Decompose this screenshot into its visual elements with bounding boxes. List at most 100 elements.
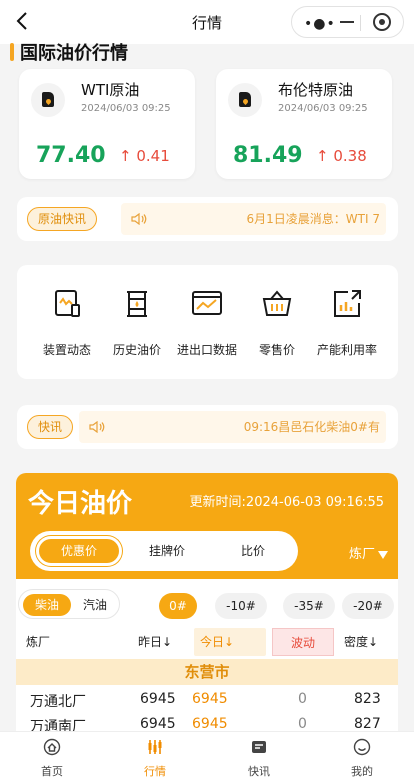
basket-icon [262, 290, 292, 316]
news-tag: 快讯 [27, 415, 74, 439]
card-price: 77.40 [36, 143, 106, 168]
today-header: 今日油价 更新时间:2024-06-03 09:16:55 优惠价 挂牌价 比价… [16, 473, 398, 579]
table-header: 炼厂 昨日↓ 今日↓ 波动 密度↓ [16, 628, 398, 656]
header-density[interactable]: 密度↓ [338, 628, 396, 656]
refinery-filter[interactable]: 炼厂 [349, 543, 388, 562]
card-change-value: 0.38 [333, 147, 367, 165]
bottom-tabbar: 首页 行情 快讯 我的 [0, 731, 414, 780]
tab-listed-price[interactable]: 挂牌价 [124, 536, 210, 566]
crude-news-bar[interactable]: 原油快讯 6月1日凌晨消息：WTI 7 [17, 197, 398, 241]
news-ticker[interactable]: 6月1日凌晨消息：WTI 7 [121, 203, 386, 235]
arrow-up-icon: ↑ [316, 147, 329, 165]
feature-grid: 装置动态 历史油价 进出口数据 零售价 产能利用率 [17, 265, 398, 379]
city-group-header: 东营市 [16, 659, 398, 685]
news-text: 09:16昌邑石化柴油0#有 [243, 420, 380, 434]
refinery-filter-label: 炼厂 [348, 547, 375, 562]
today-title: 今日油价 [28, 489, 133, 519]
card-change-value: 0.41 [136, 147, 170, 165]
grid-item-capacity[interactable]: 产能利用率 [309, 287, 385, 358]
home-icon [43, 738, 61, 756]
grade-minus-35[interactable]: -35# [283, 593, 335, 619]
grid-item-device[interactable]: 装置动态 [29, 287, 105, 358]
grid-item-import-export[interactable]: 进出口数据 [169, 287, 245, 358]
cell-density: 827 [354, 716, 381, 731]
oil-barrel-icon [127, 291, 147, 317]
more-menu-icon[interactable]: •●• [304, 16, 336, 32]
capsule-divider [360, 15, 361, 31]
news-ticker[interactable]: 09:16昌邑石化柴油0#有 [79, 411, 386, 443]
header-yesterday[interactable]: 昨日↓ [132, 628, 188, 656]
speaker-icon [89, 421, 105, 433]
fuel-gasoline[interactable]: 汽油 [71, 594, 119, 616]
grid-item-retail[interactable]: 零售价 [239, 287, 315, 358]
price-type-segment: 优惠价 挂牌价 比价 [30, 531, 298, 571]
tab-home[interactable]: 首页 [22, 738, 82, 779]
card-name: 布伦特原油 [278, 81, 354, 99]
arrow-up-icon: ↑ [119, 147, 132, 165]
wti-price-card[interactable]: WTI原油 2024/06/03 09:25 77.40 ↑ 0.41 [19, 69, 195, 179]
grade-minus-20[interactable]: -20# [342, 593, 394, 619]
grid-label: 零售价 [258, 343, 295, 357]
cell-name: 万通南厂 [30, 719, 86, 731]
export-chart-icon [334, 290, 361, 317]
grade-0[interactable]: 0# [159, 593, 197, 619]
filter-row: 柴油 汽油 0# -10# -35# -20# [16, 587, 398, 627]
section-accent-bar [10, 43, 14, 61]
section-title: 国际油价行情 [20, 43, 128, 64]
cell-density: 823 [354, 691, 381, 707]
grid-item-history[interactable]: 历史油价 [99, 287, 175, 358]
filter-icon [378, 550, 388, 559]
profile-icon [353, 738, 371, 756]
header-today[interactable]: 今日↓ [194, 628, 266, 656]
grid-label: 装置动态 [42, 343, 91, 357]
news-text: 6月1日凌晨消息：WTI 7 [246, 212, 380, 226]
cell-wave: 0 [298, 691, 307, 707]
news-icon [252, 741, 266, 753]
miniapp-capsule: •●• [291, 6, 404, 38]
market-icon [148, 740, 162, 754]
card-price: 81.49 [233, 143, 303, 168]
brent-price-card[interactable]: 布伦特原油 2024/06/03 09:25 81.49 ↑ 0.38 [216, 69, 392, 179]
flash-news-bar[interactable]: 快讯 09:16昌邑石化柴油0#有 [17, 405, 398, 449]
close-miniapp-icon[interactable] [373, 13, 391, 31]
oil-can-icon [228, 83, 262, 117]
speaker-icon [131, 213, 147, 225]
tab-label: 首页 [41, 765, 63, 778]
tab-compare-price[interactable]: 比价 [210, 536, 296, 566]
card-time: 2024/06/03 09:25 [278, 103, 368, 114]
table-row[interactable]: 万通南厂 6945 6945 0 827 [16, 716, 398, 731]
card-time: 2024/06/03 09:25 [81, 103, 171, 114]
table-row[interactable]: 万通北厂 6945 6945 0 823 [16, 691, 398, 713]
tab-label: 行情 [144, 765, 166, 778]
card-name: WTI原油 [81, 81, 140, 99]
cell-yesterday: 6945 [140, 691, 176, 707]
monitor-chart-icon [192, 291, 222, 315]
cell-wave: 0 [298, 716, 307, 731]
card-change: ↑ 0.41 [119, 147, 170, 165]
cell-today: 6945 [192, 716, 228, 731]
device-icon [55, 290, 80, 317]
grid-label: 历史油价 [112, 343, 161, 357]
tab-label: 我的 [351, 765, 373, 778]
tab-market[interactable]: 行情 [125, 738, 185, 779]
tab-profile[interactable]: 我的 [332, 738, 392, 779]
cell-name: 万通北厂 [30, 694, 86, 710]
tab-news[interactable]: 快讯 [229, 738, 289, 779]
minimize-icon[interactable] [340, 21, 354, 23]
tab-label: 快讯 [248, 765, 270, 778]
today-price-panel: 今日油价 更新时间:2024-06-03 09:16:55 优惠价 挂牌价 比价… [16, 473, 398, 731]
grid-label: 进出口数据 [176, 343, 237, 357]
section-header: 国际油价行情 [10, 40, 128, 64]
grid-label: 产能利用率 [316, 343, 377, 357]
header-wave: 波动 [272, 628, 334, 656]
news-tag: 原油快讯 [27, 207, 98, 231]
fuel-type-toggle: 柴油 汽油 [18, 589, 120, 619]
tab-discount-price[interactable]: 优惠价 [36, 536, 122, 566]
cell-today: 6945 [192, 691, 228, 707]
update-time: 更新时间:2024-06-03 09:16:55 [189, 495, 384, 510]
fuel-diesel[interactable]: 柴油 [23, 594, 71, 616]
oil-can-icon [31, 83, 65, 117]
card-change: ↑ 0.38 [316, 147, 367, 165]
grade-minus-10[interactable]: -10# [215, 593, 267, 619]
navbar: 行情 •●• [0, 0, 414, 44]
